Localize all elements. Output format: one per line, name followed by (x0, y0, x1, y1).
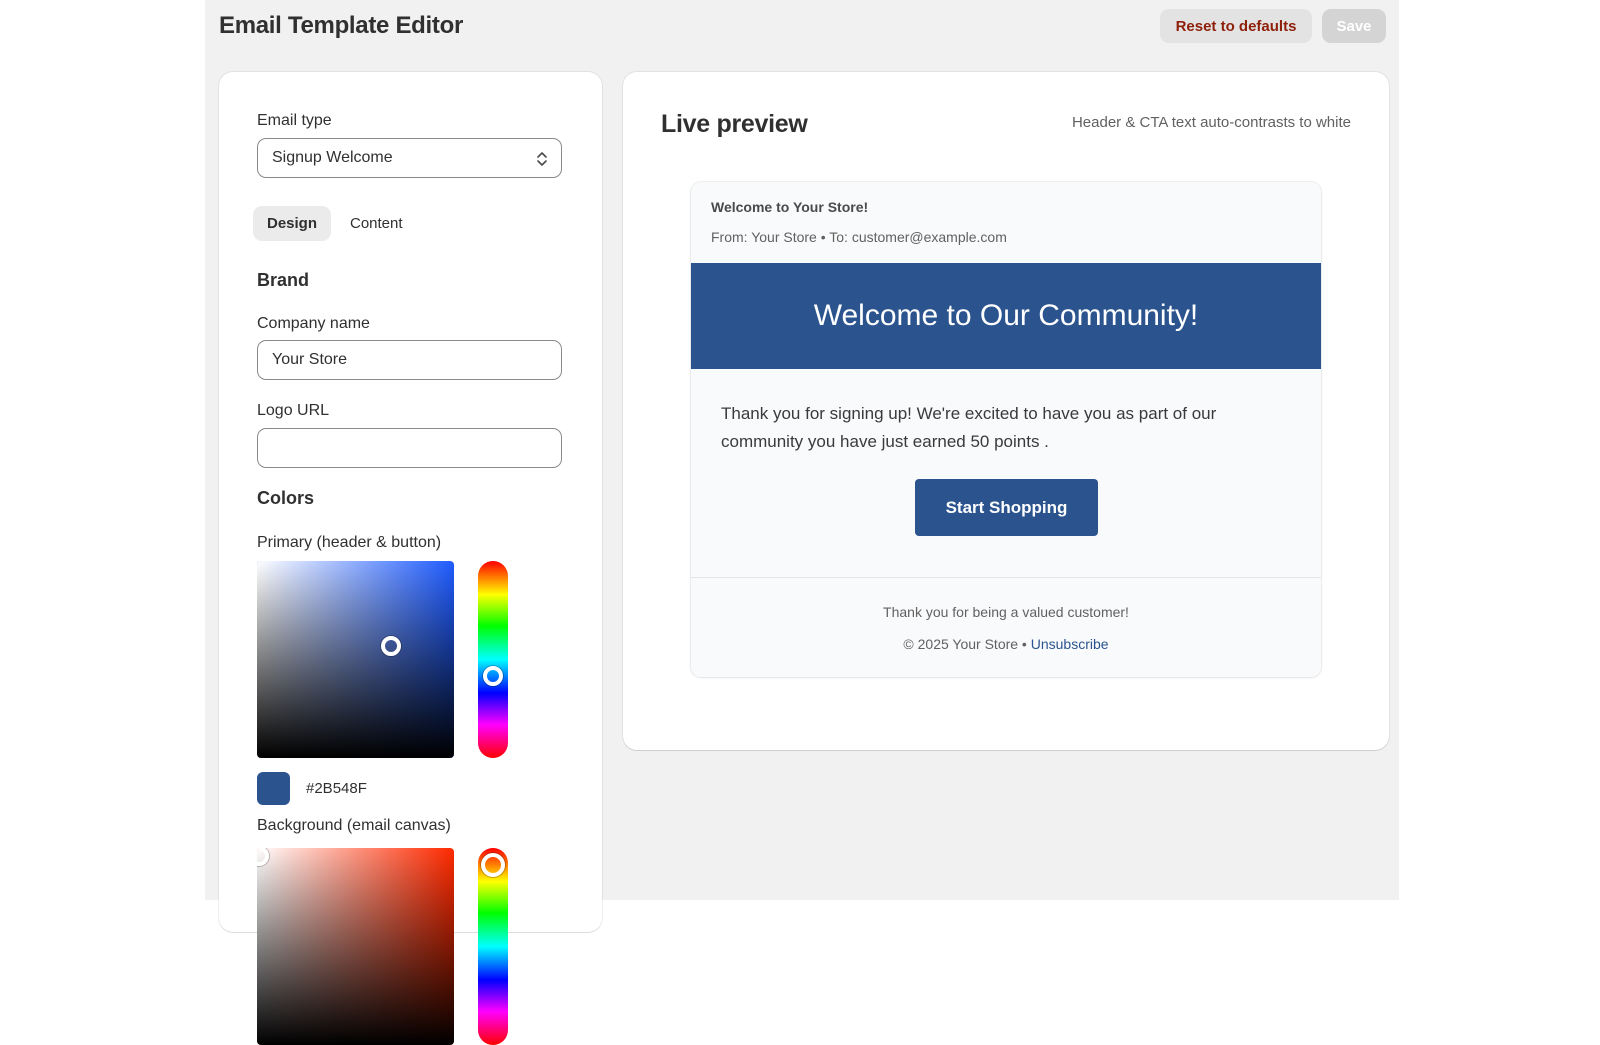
email-body-text: Thank you for signing up! We're excited … (721, 404, 1217, 451)
settings-panel: Email type Signup Welcome Design Content… (219, 72, 602, 1045)
email-footer-copyright: © 2025 Your Store • Unsubscribe (691, 636, 1321, 652)
email-subject: Welcome to Your Store! (711, 199, 869, 215)
primary-hue-handle[interactable] (483, 666, 503, 686)
primary-saturation-handle[interactable] (381, 636, 401, 656)
email-footer: Thank you for being a valued customer! ©… (691, 577, 1321, 677)
primary-saturation-picker[interactable] (257, 561, 454, 758)
company-name-value: Your Store (272, 351, 348, 368)
preview-panel: Live preview Header & CTA text auto-cont… (623, 72, 1389, 750)
email-type-label: Email type (257, 112, 332, 129)
tab-design[interactable]: Design (253, 206, 332, 241)
email-header-text: Welcome to Our Community! (813, 299, 1199, 332)
background-saturation-picker[interactable] (257, 848, 454, 1045)
unsubscribe-link[interactable]: Unsubscribe (1031, 636, 1109, 652)
background-color-label: Background (email canvas) (257, 817, 451, 834)
primary-color-swatch (257, 772, 290, 805)
email-footer-thanks: Thank you for being a valued customer! (883, 604, 1129, 620)
save-button[interactable]: Save (1322, 9, 1386, 43)
page-title: Email Template Editor (219, 12, 463, 39)
email-type-value: Signup Welcome (272, 149, 393, 166)
primary-color-label: Primary (header & button) (257, 534, 442, 551)
select-arrows-icon (537, 152, 547, 166)
email-preview: Welcome to Your Store! From: Your Store … (691, 182, 1321, 677)
primary-hex-value: #2B548F (306, 780, 367, 797)
brand-heading: Brand (257, 270, 310, 290)
reset-defaults-button[interactable]: Reset to defaults (1160, 9, 1312, 43)
email-header-banner: Welcome to Our Community! (691, 263, 1321, 369)
preview-note: Header & CTA text auto-contrasts to whit… (1071, 114, 1351, 131)
company-name-field[interactable]: Your Store (257, 340, 562, 380)
preview-title: Live preview (661, 110, 808, 138)
email-cta-button[interactable]: Start Shopping (915, 479, 1098, 536)
colors-heading: Colors (257, 488, 315, 508)
background-hue-slider[interactable] (478, 848, 508, 1045)
editor-app: Email Template Editor Reset to defaults … (205, 0, 1399, 1045)
logo-url-field[interactable] (257, 428, 562, 468)
email-from-line: From: Your Store • To: customer@example.… (711, 229, 1007, 245)
email-body: Thank you for signing up! We're excited … (691, 369, 1321, 577)
primary-hue-slider[interactable] (478, 561, 508, 758)
email-type-select[interactable]: Signup Welcome (257, 138, 562, 178)
logo-url-label: Logo URL (257, 402, 330, 419)
tab-content[interactable]: Content (336, 206, 417, 241)
background-hue-handle[interactable] (481, 853, 505, 877)
company-name-label: Company name (257, 315, 370, 332)
copyright-text: © 2025 Your Store • (903, 636, 1031, 652)
